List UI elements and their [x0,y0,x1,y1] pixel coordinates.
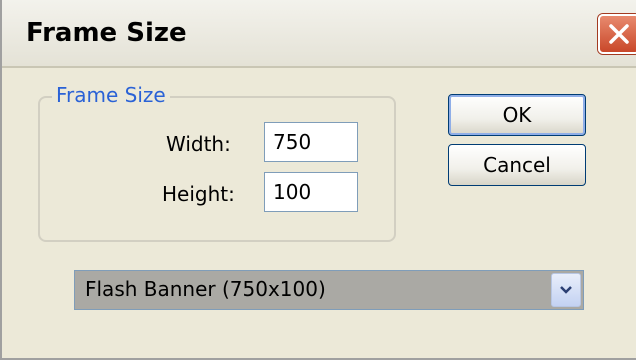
frame-size-dialog: Frame Size Frame Size Width: Height: OK … [0,0,636,360]
width-label: Width: [166,132,231,156]
close-button[interactable] [598,14,636,54]
preset-select[interactable]: Flash Banner (750x100) [74,270,584,310]
height-input[interactable] [264,172,358,212]
width-input[interactable] [264,122,358,162]
close-icon [609,24,629,44]
dialog-title: Frame Size [26,18,187,48]
cancel-button[interactable]: Cancel [448,144,586,186]
title-bar[interactable]: Frame Size [2,0,636,68]
frame-size-group: Frame Size [38,82,396,242]
group-legend: Frame Size [52,82,170,108]
ok-button[interactable]: OK [448,94,586,136]
chevron-down-icon [560,286,572,294]
height-label: Height: [162,182,235,206]
preset-selected-value: Flash Banner (750x100) [85,277,326,301]
dropdown-button[interactable] [551,273,581,307]
